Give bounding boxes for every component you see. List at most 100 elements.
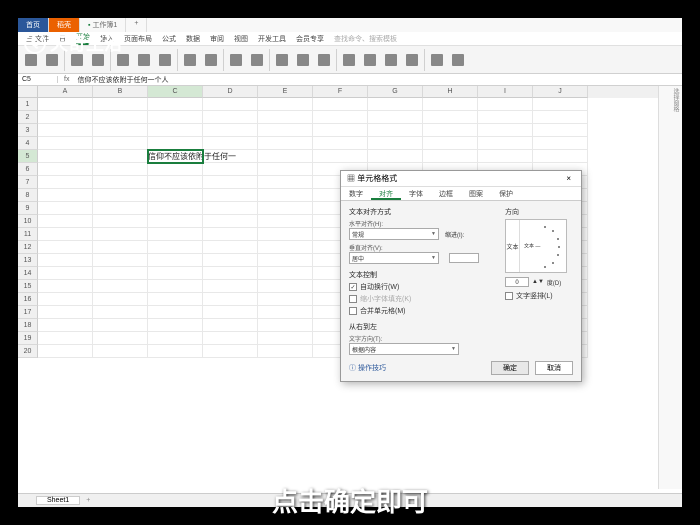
tab-font[interactable]: 字体 [401, 187, 431, 200]
cell[interactable] [148, 306, 203, 319]
cell[interactable] [38, 176, 93, 189]
row-13[interactable]: 13 [18, 254, 38, 267]
cell[interactable] [258, 332, 313, 345]
cell[interactable] [148, 189, 203, 202]
ribbon-sort[interactable] [294, 53, 312, 67]
cell[interactable] [258, 137, 313, 150]
cell[interactable] [258, 215, 313, 228]
cell[interactable] [313, 150, 368, 163]
cell[interactable] [93, 189, 148, 202]
cell[interactable] [148, 241, 203, 254]
tab-protect[interactable]: 保护 [491, 187, 521, 200]
cell[interactable] [313, 137, 368, 150]
cell[interactable] [93, 254, 148, 267]
cell[interactable] [478, 137, 533, 150]
cell[interactable] [38, 345, 93, 358]
cell[interactable] [203, 332, 258, 345]
cell[interactable] [38, 215, 93, 228]
cell[interactable] [368, 124, 423, 137]
cell[interactable] [38, 98, 93, 111]
ribbon-sum[interactable] [273, 53, 291, 67]
ribbon-symbol[interactable] [449, 53, 467, 67]
cell[interactable] [478, 111, 533, 124]
row-2[interactable]: 2 [18, 111, 38, 124]
menu-review[interactable]: 审阅 [210, 34, 224, 44]
cell[interactable] [478, 150, 533, 163]
cell[interactable] [148, 332, 203, 345]
cell[interactable] [533, 98, 588, 111]
row-20[interactable]: 20 [18, 345, 38, 358]
cell[interactable] [148, 176, 203, 189]
cell[interactable] [93, 150, 148, 163]
ribbon-row[interactable] [361, 53, 379, 67]
cell[interactable] [203, 98, 258, 111]
cell[interactable] [93, 306, 148, 319]
col-F[interactable]: F [313, 86, 368, 98]
cell[interactable] [533, 124, 588, 137]
cell[interactable] [423, 98, 478, 111]
cell[interactable] [93, 163, 148, 176]
cell[interactable] [258, 189, 313, 202]
cell[interactable] [93, 228, 148, 241]
cell[interactable] [38, 163, 93, 176]
ribbon-cond[interactable] [227, 53, 245, 67]
cell[interactable] [148, 163, 203, 176]
close-icon[interactable]: × [562, 174, 575, 183]
col-H[interactable]: H [423, 86, 478, 98]
menu-dev[interactable]: 开发工具 [258, 34, 286, 44]
cell[interactable] [203, 124, 258, 137]
cell[interactable] [148, 254, 203, 267]
cell[interactable] [38, 202, 93, 215]
formula-input[interactable]: 信仰不应该依附于任何一个人 [75, 75, 168, 85]
cell[interactable] [93, 202, 148, 215]
cell[interactable] [148, 319, 203, 332]
cell[interactable] [478, 124, 533, 137]
cell[interactable] [203, 319, 258, 332]
cell[interactable] [423, 150, 478, 163]
cell[interactable] [203, 202, 258, 215]
row-6[interactable]: 6 [18, 163, 38, 176]
shrink-checkbox[interactable]: 缩小字体填充(K) [349, 294, 497, 304]
cell[interactable] [258, 176, 313, 189]
cell[interactable] [313, 111, 368, 124]
cell[interactable] [203, 267, 258, 280]
cell[interactable] [93, 345, 148, 358]
cell[interactable] [258, 111, 313, 124]
cell[interactable] [203, 306, 258, 319]
namebox[interactable]: C5 [18, 76, 58, 83]
cell[interactable] [533, 150, 588, 163]
menu-formula[interactable]: 公式 [162, 34, 176, 44]
tab-pattern[interactable]: 图案 [461, 187, 491, 200]
task-pane[interactable]: 选择窗格 [658, 86, 682, 489]
cell[interactable] [258, 267, 313, 280]
fx-icon[interactable]: fx [58, 76, 75, 83]
cell[interactable] [313, 124, 368, 137]
cell[interactable] [203, 189, 258, 202]
cell[interactable] [203, 111, 258, 124]
ribbon-filter[interactable] [315, 53, 333, 67]
cell[interactable] [148, 293, 203, 306]
ribbon-currency[interactable] [202, 53, 220, 67]
tab-number[interactable]: 数字 [341, 187, 371, 200]
ribbon-wrap[interactable] [156, 53, 174, 67]
cell[interactable] [203, 176, 258, 189]
cell[interactable] [38, 306, 93, 319]
cell[interactable] [423, 137, 478, 150]
cell[interactable] [258, 254, 313, 267]
cell[interactable] [258, 228, 313, 241]
cell[interactable] [258, 280, 313, 293]
cell[interactable] [258, 150, 313, 163]
merge-checkbox[interactable]: 合并单元格(M) [349, 306, 497, 316]
cell[interactable] [148, 98, 203, 111]
orient-dial[interactable]: 文本 — [520, 220, 566, 272]
ok-button[interactable]: 确定 [491, 361, 529, 375]
cell[interactable] [93, 98, 148, 111]
row-14[interactable]: 14 [18, 267, 38, 280]
stack-checkbox[interactable]: 文字竖排(L) [505, 291, 573, 301]
cell[interactable] [203, 293, 258, 306]
cell[interactable] [93, 280, 148, 293]
cell[interactable] [258, 98, 313, 111]
col-I[interactable]: I [478, 86, 533, 98]
row-15[interactable]: 15 [18, 280, 38, 293]
cell[interactable] [203, 215, 258, 228]
